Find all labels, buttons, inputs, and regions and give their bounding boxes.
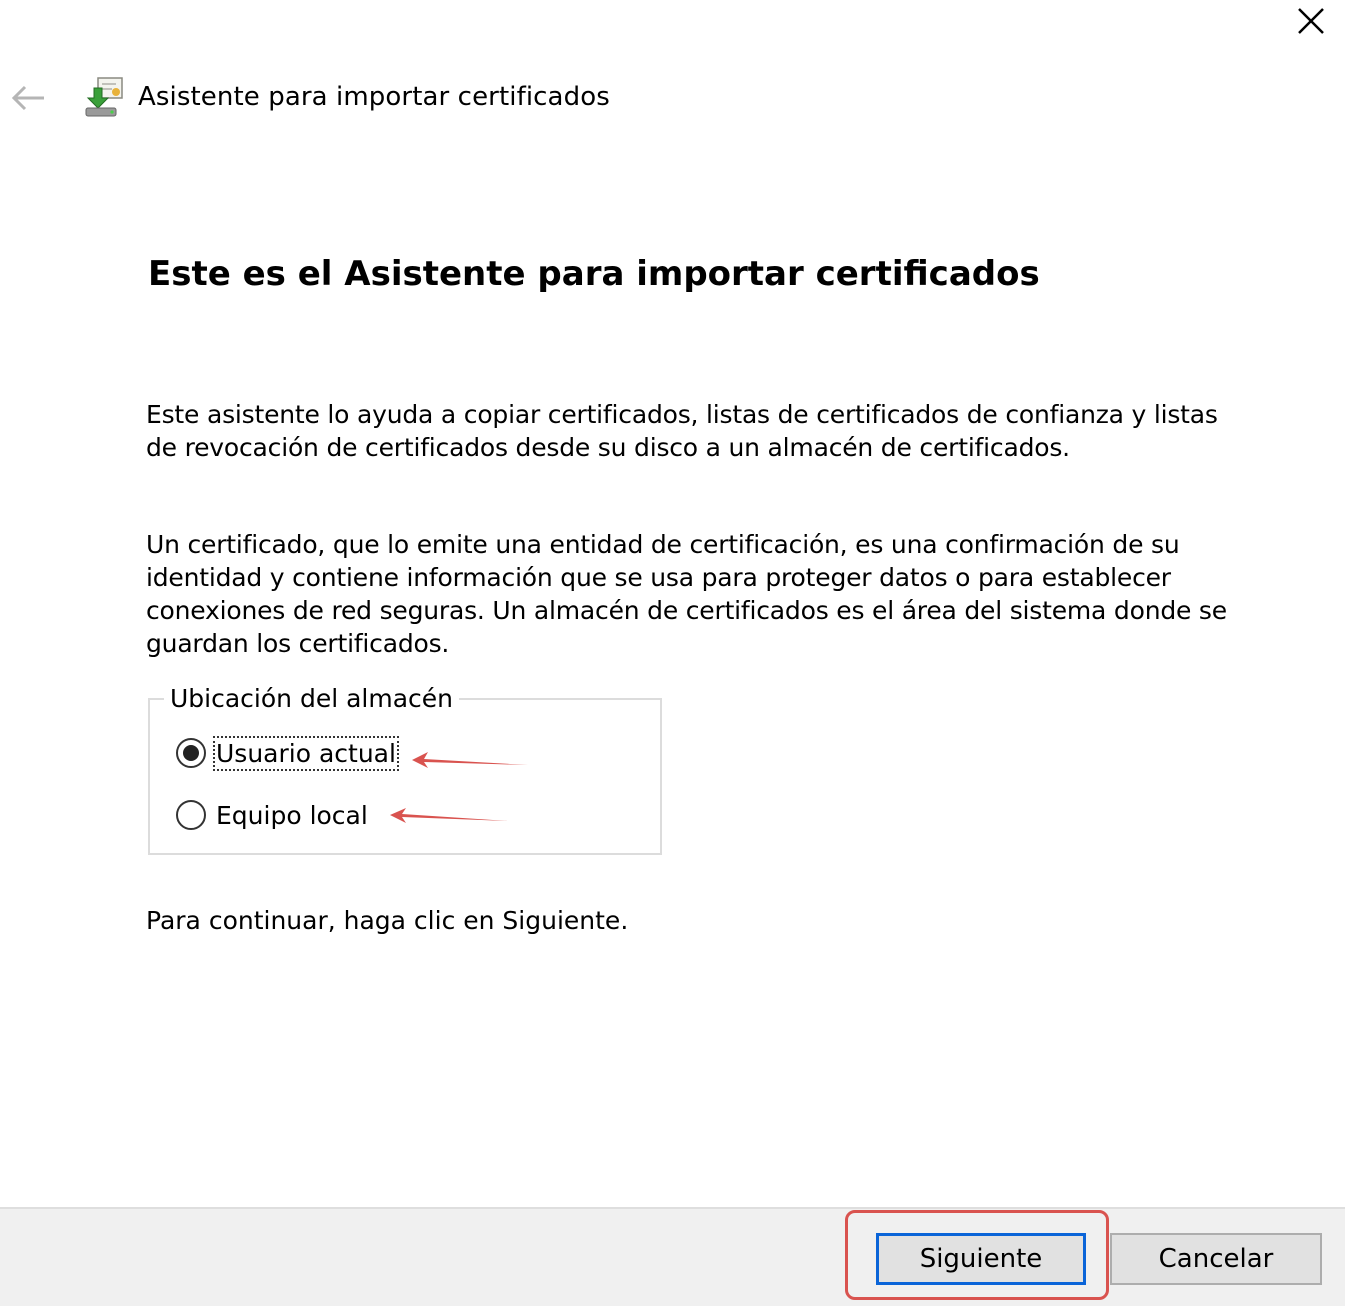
back-button[interactable] [8,80,48,116]
page-heading: Este es el Asistente para importar certi… [148,254,1040,294]
continue-instruction: Para continuar, haga clic en Siguiente. [146,906,629,935]
radio-local-machine[interactable]: Equipo local [176,795,368,835]
radio-button-unchecked[interactable] [176,800,206,830]
certificate-description-paragraph: Un certificado, que lo emite una entidad… [146,530,1227,658]
radio-button-checked[interactable] [176,738,206,768]
radio-current-user-label[interactable]: Usuario actual [213,735,399,771]
store-location-legend: Ubicación del almacén [164,684,460,713]
annotation-highlight-box [845,1210,1109,1300]
annotation-arrow-icon [390,808,508,823]
radio-local-machine-label[interactable]: Equipo local [216,801,368,830]
certificate-wizard-icon [80,74,128,122]
back-arrow-icon [11,85,44,111]
window-title: Asistente para importar certificados [138,82,610,112]
close-icon [1298,8,1324,34]
radio-current-user[interactable]: Usuario actual [176,733,399,773]
annotation-arrow-icon [412,752,528,768]
intro-paragraph: Este asistente lo ayuda a copiar certifi… [146,400,1218,462]
close-button[interactable] [1290,4,1330,40]
cancel-button[interactable]: Cancelar [1110,1233,1322,1285]
